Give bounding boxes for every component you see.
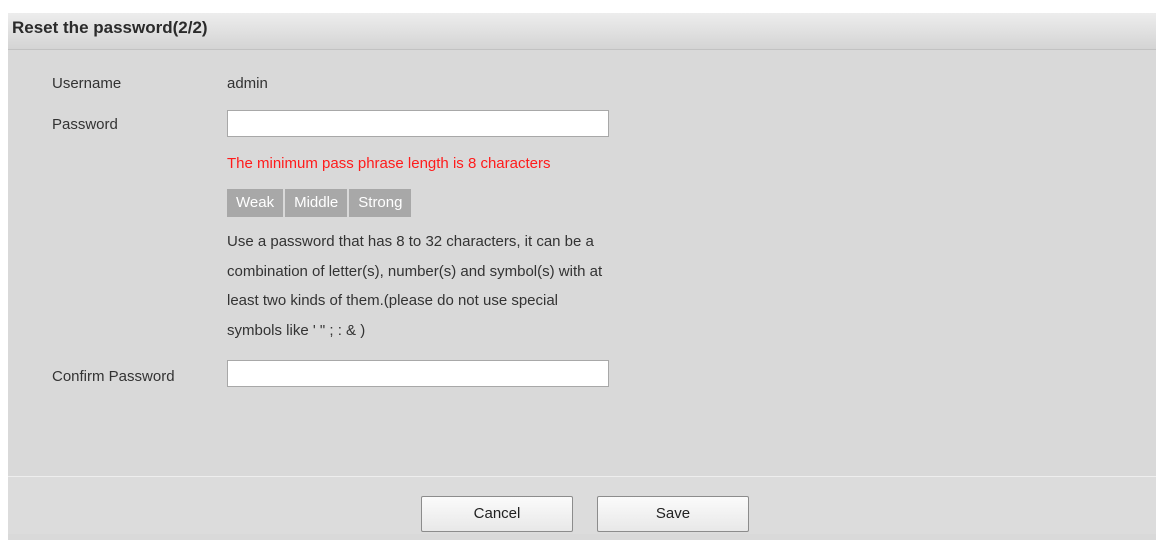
- password-label: Password: [52, 116, 118, 133]
- cancel-button[interactable]: Cancel: [421, 496, 573, 532]
- strength-middle: Middle: [285, 189, 348, 217]
- password-input[interactable]: [227, 110, 609, 137]
- strength-strong: Strong: [349, 189, 412, 217]
- username-label: Username: [52, 75, 122, 92]
- confirm-password-input[interactable]: [227, 360, 609, 387]
- confirm-password-label: Confirm Password: [52, 368, 175, 385]
- dialog-footer: [8, 477, 1156, 534]
- dialog-title-bar: Reset the password(2/2): [8, 13, 1156, 50]
- password-error-message: The minimum pass phrase length is 8 char…: [227, 155, 551, 172]
- dialog-title: Reset the password(2/2): [12, 18, 208, 37]
- save-button[interactable]: Save: [597, 496, 749, 532]
- username-value: admin: [227, 75, 268, 92]
- password-rules-hint: Use a password that has 8 to 32 characte…: [227, 233, 603, 339]
- footer-divider: [8, 476, 1156, 477]
- strength-weak: Weak: [227, 189, 284, 217]
- top-strip: [8, 6, 1156, 13]
- password-strength-meter: Weak Middle Strong: [227, 189, 413, 217]
